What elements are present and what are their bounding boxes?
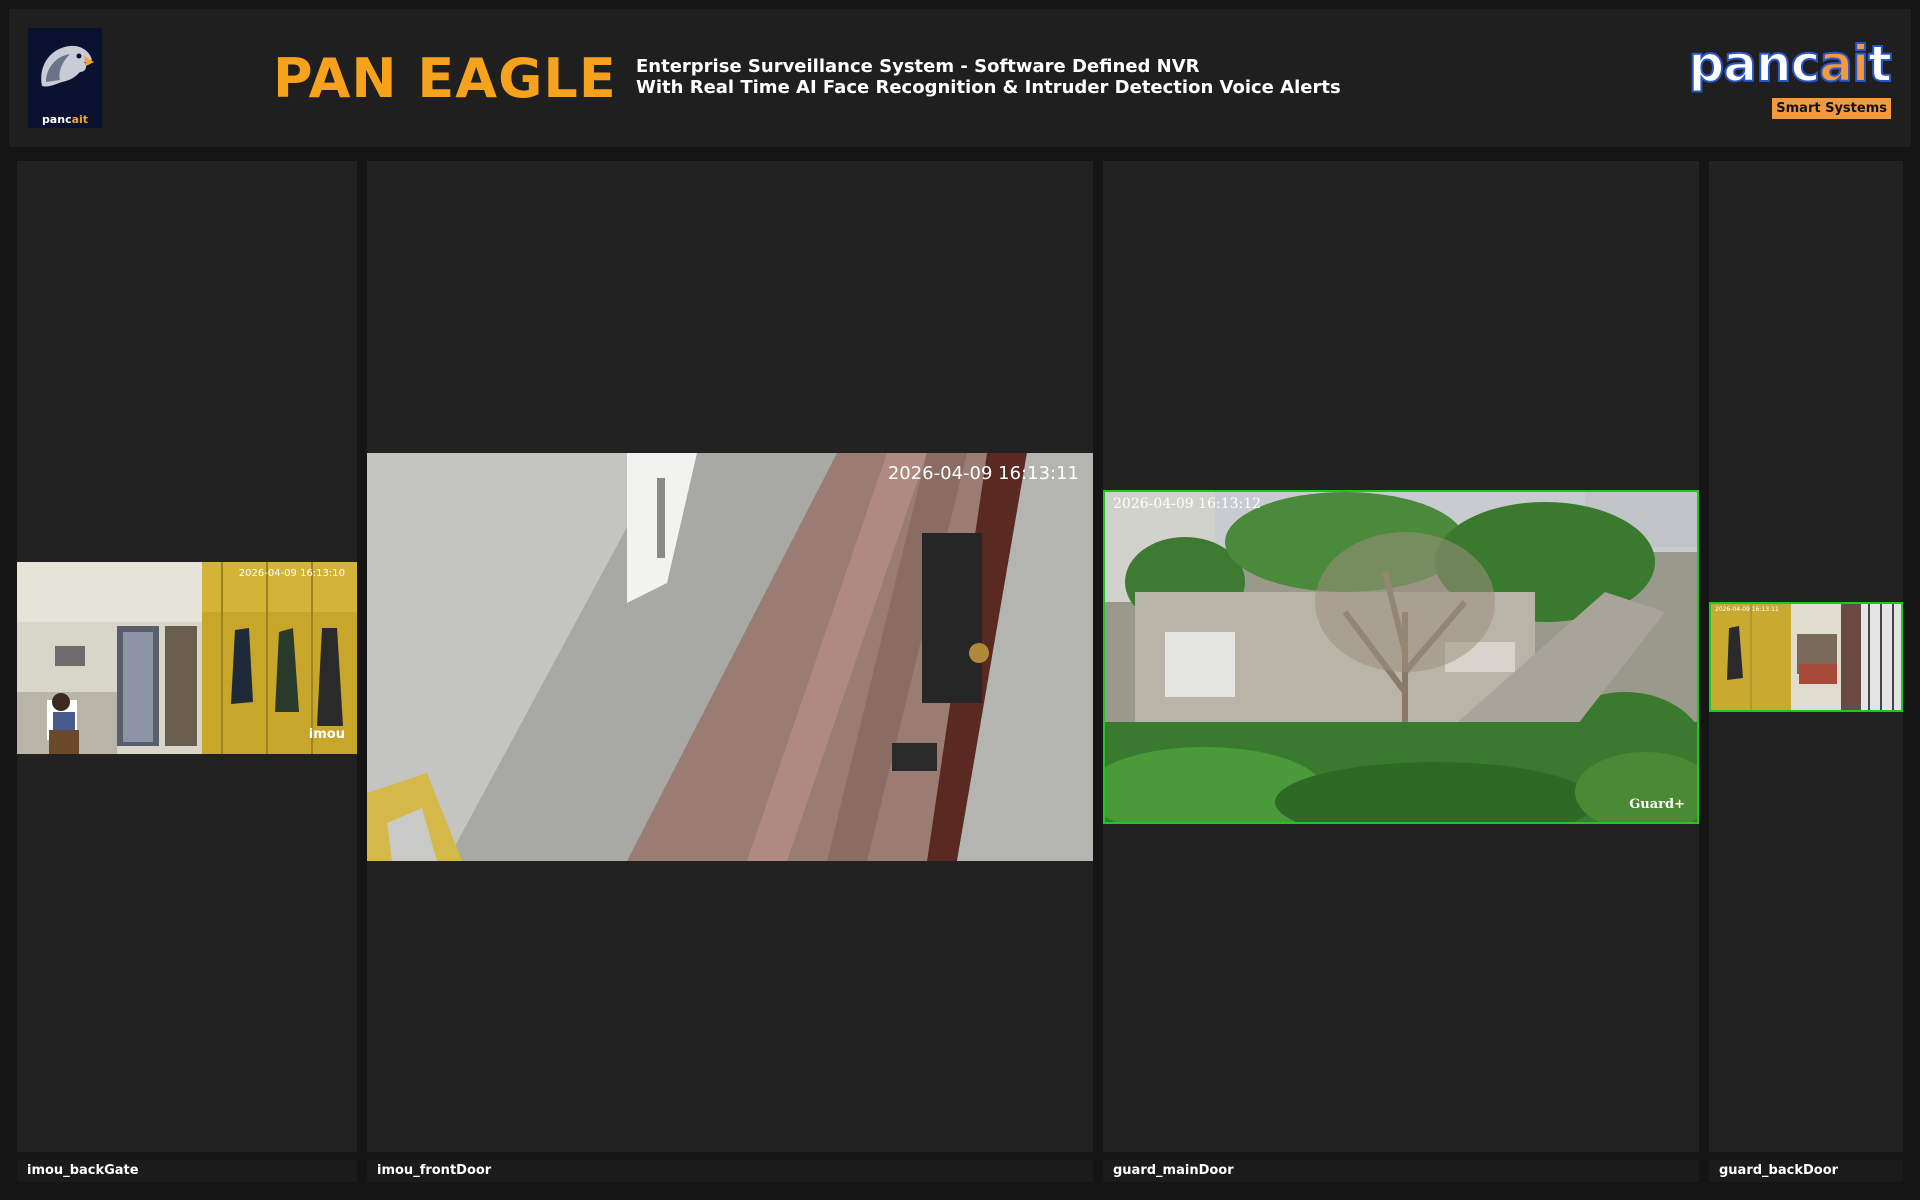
camera-feed-backgate[interactable]: 2026-04-09 16:13:10 imou	[17, 562, 357, 754]
backdoor-video-frame	[1711, 604, 1901, 710]
logo-caption: pancait	[41, 113, 89, 126]
camera-label-backgate: imou_backGate	[17, 1160, 357, 1182]
maindoor-timestamp: 2026-04-09 16:13:12	[1113, 496, 1262, 512]
camera-feed-frontdoor[interactable]: 2026-04-09 16:13:11	[367, 453, 1093, 861]
eagle-icon	[41, 45, 94, 87]
camera-tile-backdoor[interactable]: 2026-04-09 16:13:11	[1709, 161, 1903, 1152]
brand-wordmark: pancait	[1687, 34, 1893, 94]
app-title: PAN EAGLE	[273, 47, 617, 110]
backgate-video-frame	[17, 562, 357, 754]
frontdoor-video-frame	[367, 453, 1093, 861]
camera-label-frontdoor: imou_frontDoor	[367, 1160, 1093, 1182]
maindoor-video-frame	[1105, 492, 1697, 822]
camera-tile-backgate[interactable]: 2026-04-09 16:13:10 imou	[17, 161, 357, 1152]
frontdoor-timestamp: 2026-04-09 16:13:11	[887, 463, 1079, 484]
camera-feed-maindoor[interactable]: 2026-04-09 16:13:12 Guard+	[1103, 490, 1699, 824]
subtitle-line-1: Enterprise Surveillance System - Softwar…	[636, 56, 1200, 77]
camera-name-backgate: imou_backGate	[27, 1163, 139, 1178]
camera-label-backdoor: guard_backDoor	[1709, 1160, 1903, 1182]
subtitle-line-2: With Real Time AI Face Recognition & Int…	[636, 77, 1341, 98]
camera-tile-maindoor[interactable]: 2026-04-09 16:13:12 Guard+	[1103, 161, 1699, 1152]
header-bar: pancait PAN EAGLE Enterprise Surveillanc…	[9, 9, 1911, 147]
backdoor-timestamp: 2026-04-09 16:13:11	[1715, 606, 1779, 613]
camera-feed-backdoor[interactable]: 2026-04-09 16:13:11	[1709, 602, 1903, 712]
backgate-timestamp: 2026-04-09 16:13:10	[238, 568, 345, 579]
camera-label-maindoor: guard_mainDoor	[1103, 1160, 1699, 1182]
pan-eagle-logo: pancait	[28, 28, 102, 128]
brand-badge: Smart Systems	[1772, 98, 1891, 119]
camera-name-backdoor: guard_backDoor	[1719, 1163, 1839, 1178]
backgate-brand-overlay: imou	[308, 727, 345, 742]
camera-name-maindoor: guard_mainDoor	[1113, 1163, 1234, 1178]
pancait-brand-logo: pancait Smart Systems	[1687, 34, 1893, 124]
camera-name-frontdoor: imou_frontDoor	[377, 1163, 492, 1178]
app-subtitle: Enterprise Surveillance System - Softwar…	[636, 56, 1341, 98]
maindoor-brand-overlay: Guard+	[1629, 797, 1685, 812]
camera-tile-frontdoor[interactable]: 2026-04-09 16:13:11	[367, 161, 1093, 1152]
